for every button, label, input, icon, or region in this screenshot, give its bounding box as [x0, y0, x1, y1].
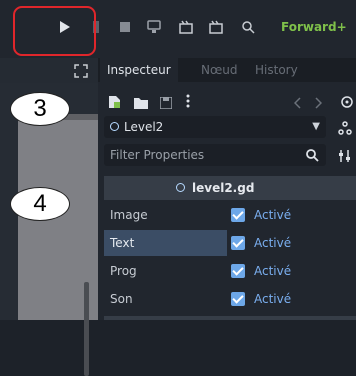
- property-label: Son: [110, 292, 133, 306]
- chevron-down-icon: ▼: [312, 121, 320, 132]
- history-forward-icon[interactable]: [314, 93, 323, 117]
- node-icon: [110, 122, 119, 131]
- property-label: Prog: [110, 264, 137, 278]
- viewport-toolbar: [0, 58, 98, 83]
- new-resource-icon[interactable]: [108, 93, 121, 117]
- more-options-icon[interactable]: [186, 92, 190, 116]
- property-value-text: Activé: [254, 208, 292, 222]
- tab-node[interactable]: Nœud: [194, 58, 244, 82]
- viewport-scrollbar[interactable]: [84, 282, 89, 376]
- stop-icon[interactable]: [116, 14, 134, 40]
- movie-maker-icon[interactable]: [176, 14, 196, 40]
- inspector-panel: Inspecteur Nœud History Level2 ▼ Filter …: [98, 58, 356, 320]
- filter-properties: [104, 144, 326, 166]
- property-row-text: Text Activé: [104, 230, 356, 256]
- inspector-tabs: Inspecteur Nœud History: [98, 58, 356, 82]
- open-folder-icon[interactable]: [134, 93, 148, 117]
- property-row-son: Son Activé: [104, 286, 356, 312]
- checkbox[interactable]: [231, 208, 245, 222]
- save-icon[interactable]: [159, 93, 173, 117]
- inspector-toolbar: [98, 88, 356, 112]
- node-selector[interactable]: Level2 ▼: [104, 116, 326, 138]
- expand-icon[interactable]: [74, 63, 88, 82]
- script-section-header[interactable]: level2.gd: [104, 176, 356, 200]
- property-label: Image: [110, 208, 148, 222]
- property-row-prog: Prog Activé: [104, 258, 356, 284]
- property-value[interactable]: Activé: [231, 202, 291, 228]
- movie-maker-icon[interactable]: [206, 14, 226, 40]
- tab-history[interactable]: History: [248, 58, 305, 82]
- filter-settings-icon[interactable]: [338, 148, 352, 167]
- script-icon: [176, 183, 185, 192]
- filter-properties-input[interactable]: [104, 144, 306, 166]
- search-icon[interactable]: [238, 14, 258, 40]
- node-selector-value: Level2: [124, 120, 164, 134]
- property-value-text: Activé: [254, 236, 292, 250]
- property-value[interactable]: Activé: [231, 286, 291, 312]
- renderer-selector[interactable]: Forward+: [281, 14, 347, 40]
- property-value[interactable]: Activé: [231, 230, 291, 256]
- annotation-badge-4: 4: [10, 187, 70, 221]
- property-value-text: Activé: [254, 292, 292, 306]
- property-value-text: Activé: [254, 264, 292, 278]
- editor-toolbar: Forward+: [0, 0, 356, 58]
- tab-inspector[interactable]: Inspecteur: [100, 58, 178, 82]
- checkbox[interactable]: [231, 292, 245, 306]
- node-tree-icon[interactable]: [338, 120, 352, 139]
- remote-debug-icon[interactable]: [144, 14, 164, 40]
- property-value[interactable]: Activé: [231, 258, 291, 284]
- history-back-icon[interactable]: [293, 93, 302, 117]
- checkbox[interactable]: [231, 236, 245, 250]
- property-row-image: Image Activé: [104, 202, 356, 228]
- play-button-highlight: [13, 6, 96, 56]
- object-properties-icon[interactable]: [340, 93, 354, 117]
- search-icon: [306, 149, 319, 162]
- section-divider: [104, 316, 356, 320]
- property-label: Text: [104, 230, 227, 256]
- checkbox[interactable]: [231, 264, 245, 278]
- annotation-badge-3: 3: [10, 92, 70, 126]
- script-section-title: level2.gd: [192, 181, 255, 195]
